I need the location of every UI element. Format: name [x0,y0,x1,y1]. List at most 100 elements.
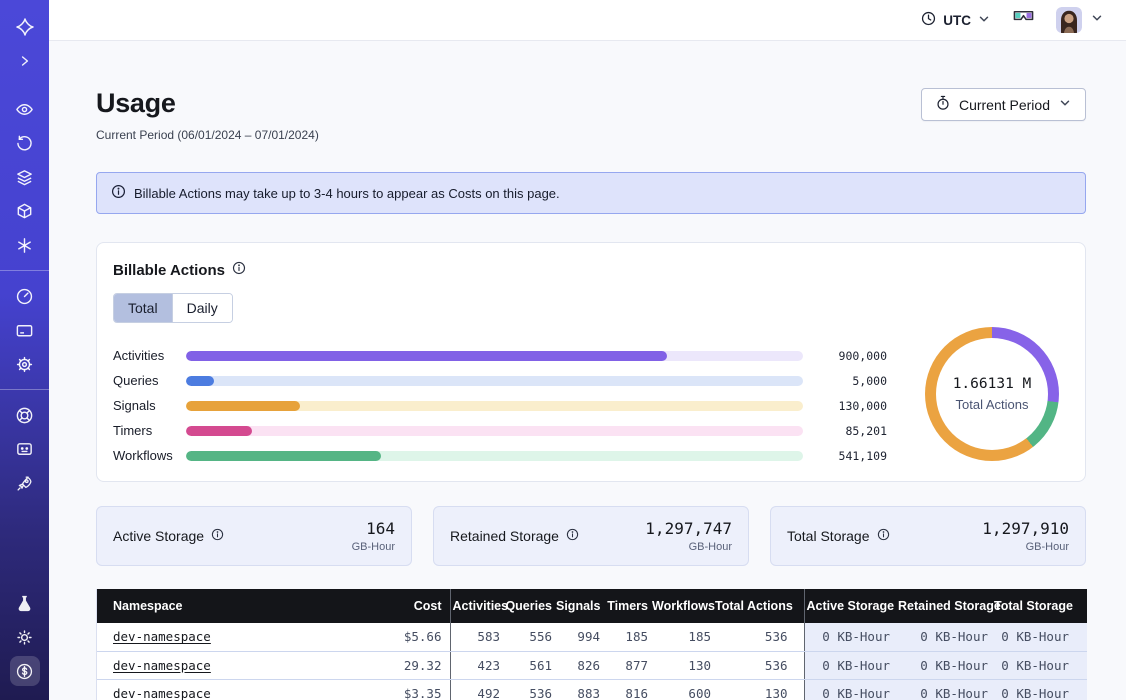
info-banner: Billable Actions may take up to 3-4 hour… [96,172,1086,214]
rocket-icon[interactable] [8,468,42,498]
cell-queries: 561 [502,651,554,679]
bar-value: 541,109 [819,449,887,463]
bar-track [186,426,803,436]
table-row: dev-namespace 29.32 423 561 826 877 130 … [97,651,1087,679]
eye-icon[interactable] [8,94,42,124]
storage-summary-row: Active Storage 164 GB-Hour Retained Stor… [96,506,1086,566]
tab-total[interactable]: Total [114,294,172,322]
cube-icon[interactable] [8,196,42,226]
cell-signals: 826 [554,651,602,679]
info-icon [111,184,126,202]
col-total-storage: Total Storage [992,589,1087,623]
billable-actions-title: Billable Actions [113,262,225,279]
cell-workflows: 185 [650,623,713,651]
page-content: Usage Current Period (06/01/2024 – 07/01… [49,41,1126,700]
donut-total-value: 1.66131 M [953,376,1032,392]
account-menu[interactable] [1056,7,1104,33]
bar-fill [186,376,214,386]
col-namespace: Namespace [97,589,347,623]
namespace-link[interactable]: dev-namespace [113,629,211,644]
theme-sun-icon[interactable] [8,622,42,652]
namespace-usage-table: Namespace Cost Activities Queries Signal… [96,589,1086,700]
tab-daily[interactable]: Daily [172,294,232,322]
table-row: dev-namespace $3.35 492 536 883 816 600 … [97,679,1087,700]
period-selector-button[interactable]: Current Period [921,88,1086,121]
chevron-down-icon [1058,96,1072,113]
usage-gauge-icon[interactable] [8,281,42,311]
pricing-dollar-icon[interactable] [10,656,40,686]
cell-signals: 994 [554,623,602,651]
billable-actions-bar-chart: Activities 900,000 Queries 5,000 Signals… [113,343,887,468]
glasses-icon[interactable] [1013,10,1034,30]
cell-cost: 29.32 [347,651,450,679]
cell-activities: 423 [450,651,502,679]
app-root: UTC Usage Current Period (06/01/2024 – 0… [0,0,1126,700]
sidebar-divider [0,270,49,271]
cell-active-storage: 0 KB-Hour [804,651,896,679]
cell-total-storage: 0 KB-Hour [992,679,1087,700]
cell-workflows: 130 [650,651,713,679]
feedback-monitor-icon[interactable] [8,434,42,464]
cell-timers: 185 [602,623,650,651]
layers-icon[interactable] [8,162,42,192]
sidebar-collapse-chevron-icon[interactable] [8,46,42,76]
bar-fill [186,426,252,436]
total-storage-unit: GB-Hour [982,541,1069,553]
donut-center: 1.66131 M Total Actions [936,338,1048,450]
bar-row-workflows: Workflows 541,109 [113,443,887,468]
cell-retained-storage: 0 KB-Hour [896,651,992,679]
page-header: Usage Current Period (06/01/2024 – 07/01… [96,88,1086,142]
temporal-logo[interactable] [8,12,42,42]
timezone-label: UTC [943,13,971,28]
cell-total-actions: 130 [713,679,804,700]
col-retained-storage: Retained Storage [896,589,992,623]
cell-timers: 816 [602,679,650,700]
billing-card-icon[interactable] [8,315,42,345]
info-icon[interactable] [877,528,890,544]
cell-queries: 536 [502,679,554,700]
cell-signals: 883 [554,679,602,700]
total-storage-card: Total Storage 1,297,910 GB-Hour [770,506,1086,566]
col-cost: Cost [347,589,450,623]
settings-gear-icon[interactable] [8,349,42,379]
clock-icon [920,10,937,30]
banner-text: Billable Actions may take up to 3-4 hour… [134,186,560,201]
info-icon[interactable] [232,261,246,279]
history-icon[interactable] [8,128,42,158]
lab-flask-icon[interactable] [8,588,42,618]
chevron-down-icon [977,12,991,29]
info-icon[interactable] [211,528,224,544]
stopwatch-icon [935,95,951,114]
table-header-row: Namespace Cost Activities Queries Signal… [97,589,1087,623]
bar-value: 85,201 [819,424,887,438]
cell-cost: $5.66 [347,623,450,651]
bar-label: Signals [113,398,186,413]
bar-track [186,401,803,411]
cell-activities: 583 [450,623,502,651]
bar-fill [186,401,300,411]
sidebar [0,0,49,700]
bar-row-activities: Activities 900,000 [113,343,887,368]
cell-retained-storage: 0 KB-Hour [896,623,992,651]
main-area: UTC Usage Current Period (06/01/2024 – 0… [49,0,1126,700]
bar-row-timers: Timers 85,201 [113,418,887,443]
support-lifebuoy-icon[interactable] [8,400,42,430]
active-storage-value: 164 [352,519,395,538]
cell-total-storage: 0 KB-Hour [992,623,1087,651]
page-title: Usage [96,88,319,119]
col-total-actions: Total Actions [713,589,804,623]
col-workflows: Workflows [650,589,713,623]
bar-row-signals: Signals 130,000 [113,393,887,418]
total-storage-value: 1,297,910 [982,519,1069,538]
info-icon[interactable] [566,528,579,544]
namespace-link[interactable]: dev-namespace [113,658,211,673]
period-button-label: Current Period [959,97,1050,113]
bar-label: Workflows [113,448,186,463]
bar-value: 5,000 [819,374,887,388]
cell-active-storage: 0 KB-Hour [804,623,896,651]
timezone-selector[interactable]: UTC [920,10,991,30]
asterisk-icon[interactable] [8,230,42,260]
namespace-link[interactable]: dev-namespace [113,686,211,700]
cell-retained-storage: 0 KB-Hour [896,679,992,700]
chevron-down-icon [1090,11,1104,30]
